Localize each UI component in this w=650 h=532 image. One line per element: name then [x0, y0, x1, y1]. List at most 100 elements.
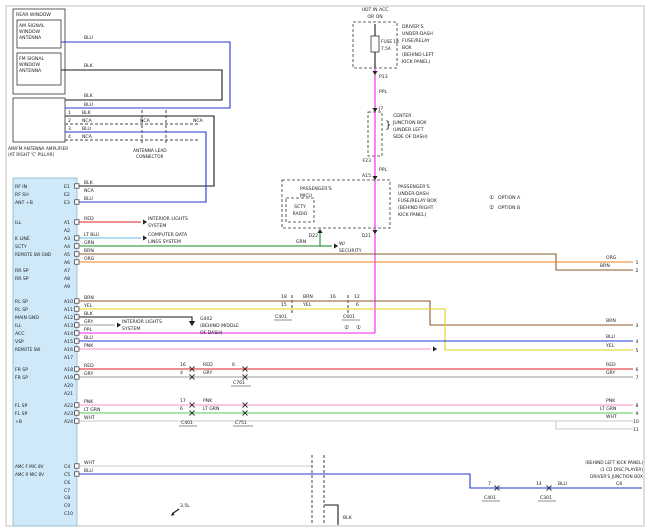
label-: } [385, 120, 391, 131]
pin-square-6 [75, 260, 79, 264]
label-fr-sp: FR SP [15, 367, 28, 373]
label-ppl: PPL [84, 327, 93, 333]
label-e1: E1 [64, 184, 70, 190]
label-blk: BLK [84, 63, 94, 69]
label-yel: YEL [605, 343, 615, 349]
label-wht: WHT [84, 460, 95, 466]
label-org: ORG [606, 255, 617, 261]
wiring-diagram-page: REAR WINDOWAM SIGNALWINDOWANTENNAFM SIGN… [0, 0, 650, 532]
label-ant-+b: ANT +B [15, 200, 33, 206]
pin-square-2 [75, 220, 79, 224]
label-pnk: PNK [84, 399, 94, 405]
label-pnk: PNK [84, 343, 94, 349]
label-wht: WHT [606, 414, 617, 420]
label-nca: NCA [84, 188, 95, 194]
label-8: 8 [636, 403, 639, 409]
label-red: RED [203, 362, 213, 368]
label-fuse-18: FUSE 18 [381, 39, 399, 45]
label-blk: BLK [84, 311, 94, 317]
pin-square-5 [75, 252, 79, 256]
label-f23: F23 [363, 158, 372, 164]
label-a7: A7 [64, 268, 70, 274]
label-rl-sp: RL SP [15, 299, 28, 305]
label-scty: SCTY [15, 244, 27, 250]
label-7: 7 [488, 481, 491, 487]
label-brn: BRN [303, 294, 313, 300]
label-a18: A18 [64, 367, 73, 373]
label-15: 15 [281, 302, 287, 308]
label-red: RED [606, 362, 616, 368]
label-passenger-s: PASSENGER'S [398, 184, 430, 190]
label-3-5l: 3.5L [180, 503, 190, 509]
label-: ② [344, 324, 349, 331]
label-behind-left: (BEHIND LEFT [402, 52, 434, 58]
label-d21: D21 [362, 233, 371, 239]
label-a24: A24 [64, 419, 73, 425]
label-rf-in: RF IN [15, 184, 27, 190]
label-14: 14 [536, 481, 542, 487]
label-amc-f-mic-8v: AMC F MIC 8V [15, 464, 44, 469]
label-a2: A2 [64, 228, 70, 234]
label-behind-right: (BEHIND RIGHT [398, 205, 434, 211]
label-ill: ILL [15, 323, 22, 329]
label-passenger-s: PASSENGER'S [300, 186, 332, 192]
label-10: 10 [633, 419, 639, 425]
wire-a24-wht-fork [556, 421, 633, 429]
label-a19: A19 [64, 375, 73, 381]
label-16: 16 [180, 362, 186, 368]
passenger-micu-box [282, 180, 390, 228]
label-under-dash: UNDER-DASH [398, 191, 429, 197]
label-behind-middle: (BEHIND MIDDLE [200, 323, 239, 329]
label-c7: C7 [64, 488, 70, 494]
label-driver-s: DRIVER'S [402, 24, 424, 30]
label-yel: YEL [83, 303, 93, 309]
label-kick-panel: KICK PANEL) [398, 212, 427, 218]
label-grn: GRN [296, 239, 306, 245]
label-lt-grn: LT GRN [84, 407, 100, 413]
label-blk: BLK [82, 110, 92, 116]
label-wht: WHT [84, 415, 95, 421]
label-c401: C401 [484, 495, 496, 501]
label-nca: NCA [82, 134, 93, 140]
label-box: BOX [402, 45, 412, 51]
label-7: 7 [636, 375, 639, 381]
label-a16: A16 [64, 347, 73, 353]
label-blu: BLU [606, 334, 615, 340]
pin-square-15 [75, 375, 79, 379]
label-2: 2 [68, 118, 71, 124]
label-blu: BLU [84, 335, 93, 341]
arrow-right-icon-3 [117, 322, 121, 327]
label-blu: BLU [558, 481, 567, 487]
label-remote-sw: REMOTE SW [15, 347, 40, 352]
arrow-right-icon-2 [334, 243, 338, 248]
label-ppl: PPL [379, 167, 388, 173]
label-of-dash: OF DASH) [200, 330, 223, 336]
label-gry: GRY [84, 319, 93, 325]
label-c401: C401 [275, 314, 287, 320]
label-c8: C8 [616, 481, 622, 487]
label-scty: SCTY [294, 204, 306, 210]
label-4: 4 [636, 339, 639, 345]
label-c401: C401 [181, 420, 193, 426]
label-main-gnd: MAIN GND [15, 315, 39, 321]
label-acc: ACC [15, 331, 24, 337]
pin-square-18 [75, 419, 79, 423]
label-w: W/ [339, 241, 346, 247]
label-under-left: (UNDER LEFT [393, 127, 424, 133]
label-yel: YEL [302, 302, 312, 308]
label-ill: ILL [15, 220, 22, 226]
label-micu: MICU [300, 193, 312, 199]
label-6: 6 [356, 302, 359, 308]
label-blu: BLU [84, 35, 93, 41]
label-or-on: OR ON [367, 14, 382, 20]
label-antenna-lead: ANTENNA LEAD [133, 148, 167, 154]
label-: ① [356, 325, 361, 331]
label-security: SECURITY [339, 248, 362, 254]
label-fl-sp: FL SP [15, 411, 28, 417]
label-a11: A11 [64, 307, 73, 313]
label-18: 18 [281, 294, 287, 300]
label-fm-signal: FM SIGNAL [19, 56, 44, 62]
arrow-down-icon-8 [372, 230, 377, 234]
label-rear-window: REAR WINDOW [16, 12, 51, 18]
label-7-5a: 7.5A [381, 46, 391, 52]
